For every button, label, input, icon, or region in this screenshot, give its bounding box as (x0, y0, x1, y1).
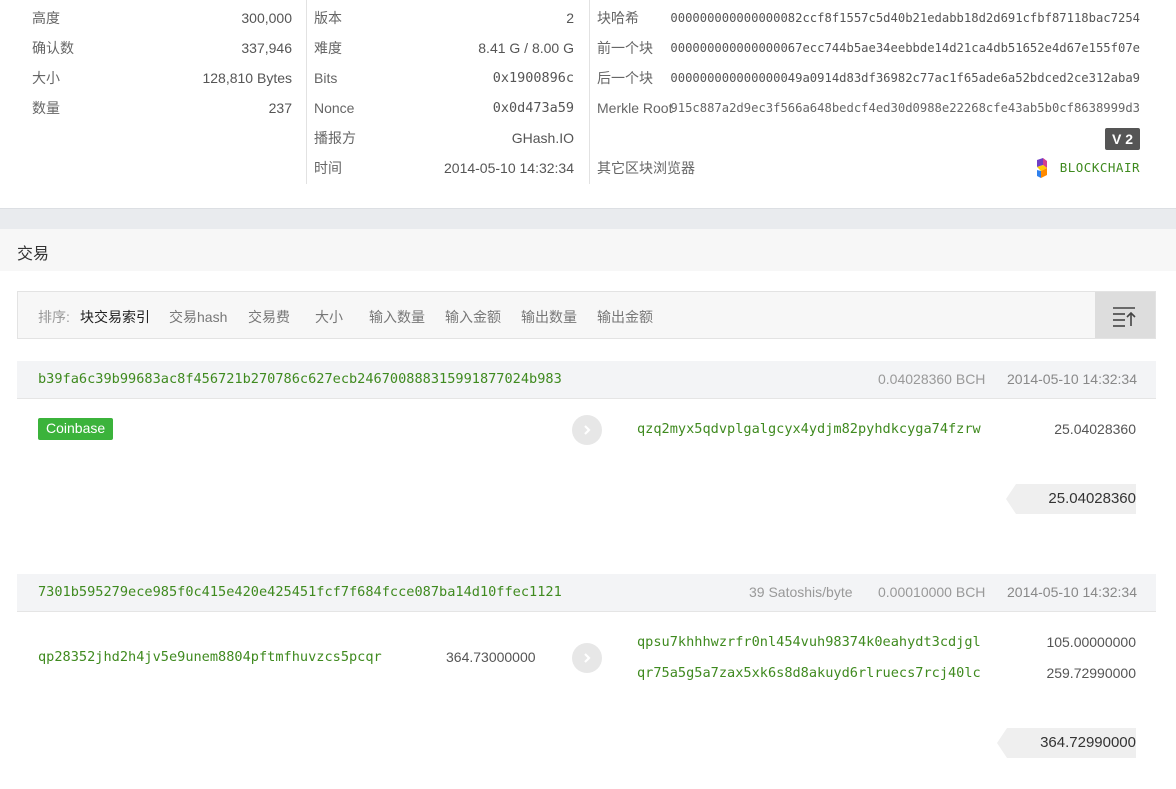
block-summary: 高度 300,000 确认数 337,946 大小 128,810 Bytes 数量 2… (0, 0, 1176, 208)
tx-time: 2014-05-10 14:32:34 (1007, 584, 1137, 600)
column-divider (589, 0, 590, 184)
sort-option-tx-hash[interactable]: 交易hash (169, 307, 227, 327)
tx-header-row: 7301b595279ece985f0c415e420e425451fcf7f6… (17, 574, 1156, 612)
version-badge: V 2 (1104, 128, 1140, 150)
summary-row-merkle-root: Merkle Root 915c887a2d9ec3f566a648bedcf4e… (597, 100, 1140, 116)
output-address-link[interactable]: qzq2myx5qdvplgalgcyx4ydjm82pyhdkcyga74fz… (637, 421, 981, 437)
sort-option-fee[interactable]: 交易费 (248, 307, 290, 327)
sort-option-block-index[interactable]: 块交易索引 (80, 307, 150, 327)
summary-row-count: 数量 237 (32, 100, 292, 116)
summary-row-version-badge: V 2 (597, 120, 1140, 150)
output-amount: 105.00000000 (1046, 634, 1136, 650)
tx-direction-arrow (572, 415, 602, 445)
output-address-link[interactable]: qpsu7khhhwzrfr0nl454vuh98374k0eahydt3cdj… (637, 634, 981, 650)
summary-row-explorers: 其它区块浏览器 BLOCKCHAIR (597, 150, 1140, 180)
relayed-by-link[interactable]: GHash.IO (512, 123, 574, 153)
summary-row-prev-block: 前一个块 000000000000000067ecc744b5ae34eebbde… (597, 30, 1140, 60)
tx-time: 2014-05-10 14:32:34 (1007, 371, 1137, 387)
tx-fee: 0.04028360 BCH (878, 371, 986, 387)
tx-direction-arrow (572, 643, 602, 673)
column-divider (306, 0, 307, 184)
chevron-right-icon (584, 425, 591, 435)
tx-fee: 0.00010000 BCH (878, 584, 986, 600)
output-amount: 25.04028360 (1054, 421, 1136, 437)
tx-total: 25.04028360 (1006, 484, 1136, 514)
summary-row-difficulty: 难度 8.41 G / 8.00 G (314, 40, 574, 56)
sort-option-input-count[interactable]: 输入数量 (369, 307, 425, 327)
prev-block-link[interactable]: 000000000000000067ecc744b5ae34eebbde14d2… (670, 33, 1140, 63)
sort-label: 排序: (38, 309, 70, 325)
tx-total: 364.72990000 (997, 728, 1136, 758)
sort-bar: 排序: 块交易索引 交易hash 交易费 大小 输入数量 输入金额 输出数量 输… (17, 291, 1156, 339)
summary-column-3: 块哈希 000000000000000082ccf8f1557c5d40b21ed… (597, 0, 1140, 180)
tx-fee-rate: 39 Satoshis/byte (749, 584, 853, 600)
section-separator (0, 208, 1176, 229)
sort-ascending-icon (1113, 307, 1136, 327)
sort-option-input-amount[interactable]: 输入金额 (445, 307, 501, 327)
transactions-header: 交易 (0, 229, 1176, 271)
output-amount: 259.72990000 (1046, 665, 1136, 681)
summary-row-version: 版本 2 (314, 10, 574, 26)
summary-column-2: 版本 2 难度 8.41 G / 8.00 G Bits 0x1900896c Non… (314, 0, 574, 180)
tx-hash-link[interactable]: b39fa6c39b99683ac8f456721b270786c627ecb2… (38, 371, 562, 387)
sort-option-size[interactable]: 大小 (315, 307, 343, 327)
sort-direction-button[interactable] (1095, 292, 1155, 338)
tx-header-row: b39fa6c39b99683ac8f456721b270786c627ecb2… (17, 361, 1156, 399)
blockchair-logo-icon (1036, 157, 1047, 178)
coinbase-badge: Coinbase (38, 418, 114, 440)
next-block-link[interactable]: 000000000000000049a0914d83df36982c77ac1f… (670, 63, 1140, 93)
summary-row-time: 时间 2014-05-10 14:32:34 (314, 160, 574, 176)
output-address-link[interactable]: qr75a5g5a7zax5xk6s8d8akuyd6rlruecs7rcj40… (637, 665, 981, 681)
summary-row-relayed-by: 播报方 GHash.IO (314, 120, 574, 150)
sort-option-output-amount[interactable]: 输出金额 (597, 307, 653, 327)
summary-row-next-block: 后一个块 000000000000000049a0914d83df36982c77… (597, 60, 1140, 90)
input-amount: 364.73000000 (446, 649, 536, 665)
summary-column-1: 高度 300,000 确认数 337,946 大小 128,810 Bytes 数量 2… (32, 0, 292, 120)
summary-row-height: 高度 300,000 (32, 10, 292, 26)
blockchair-link[interactable]: BLOCKCHAIR (1034, 153, 1140, 183)
summary-row-confirmations: 确认数 337,946 (32, 40, 292, 56)
tx-hash-link[interactable]: 7301b595279ece985f0c415e420e425451fcf7f6… (38, 584, 562, 600)
sort-option-output-count[interactable]: 输出数量 (521, 307, 577, 327)
input-address-link[interactable]: qp28352jhd2h4jv5e9unem8804pftmfhuvzcs5pc… (38, 649, 382, 665)
summary-row-size: 大小 128,810 Bytes (32, 70, 292, 86)
summary-row-bits: Bits 0x1900896c (314, 70, 574, 86)
chevron-right-icon (584, 653, 591, 663)
transactions-title: 交易 (17, 246, 50, 263)
summary-row-block-hash: 块哈希 000000000000000082ccf8f1557c5d40b21ed… (597, 10, 1140, 26)
summary-row-nonce: Nonce 0x0d473a59 (314, 100, 574, 116)
